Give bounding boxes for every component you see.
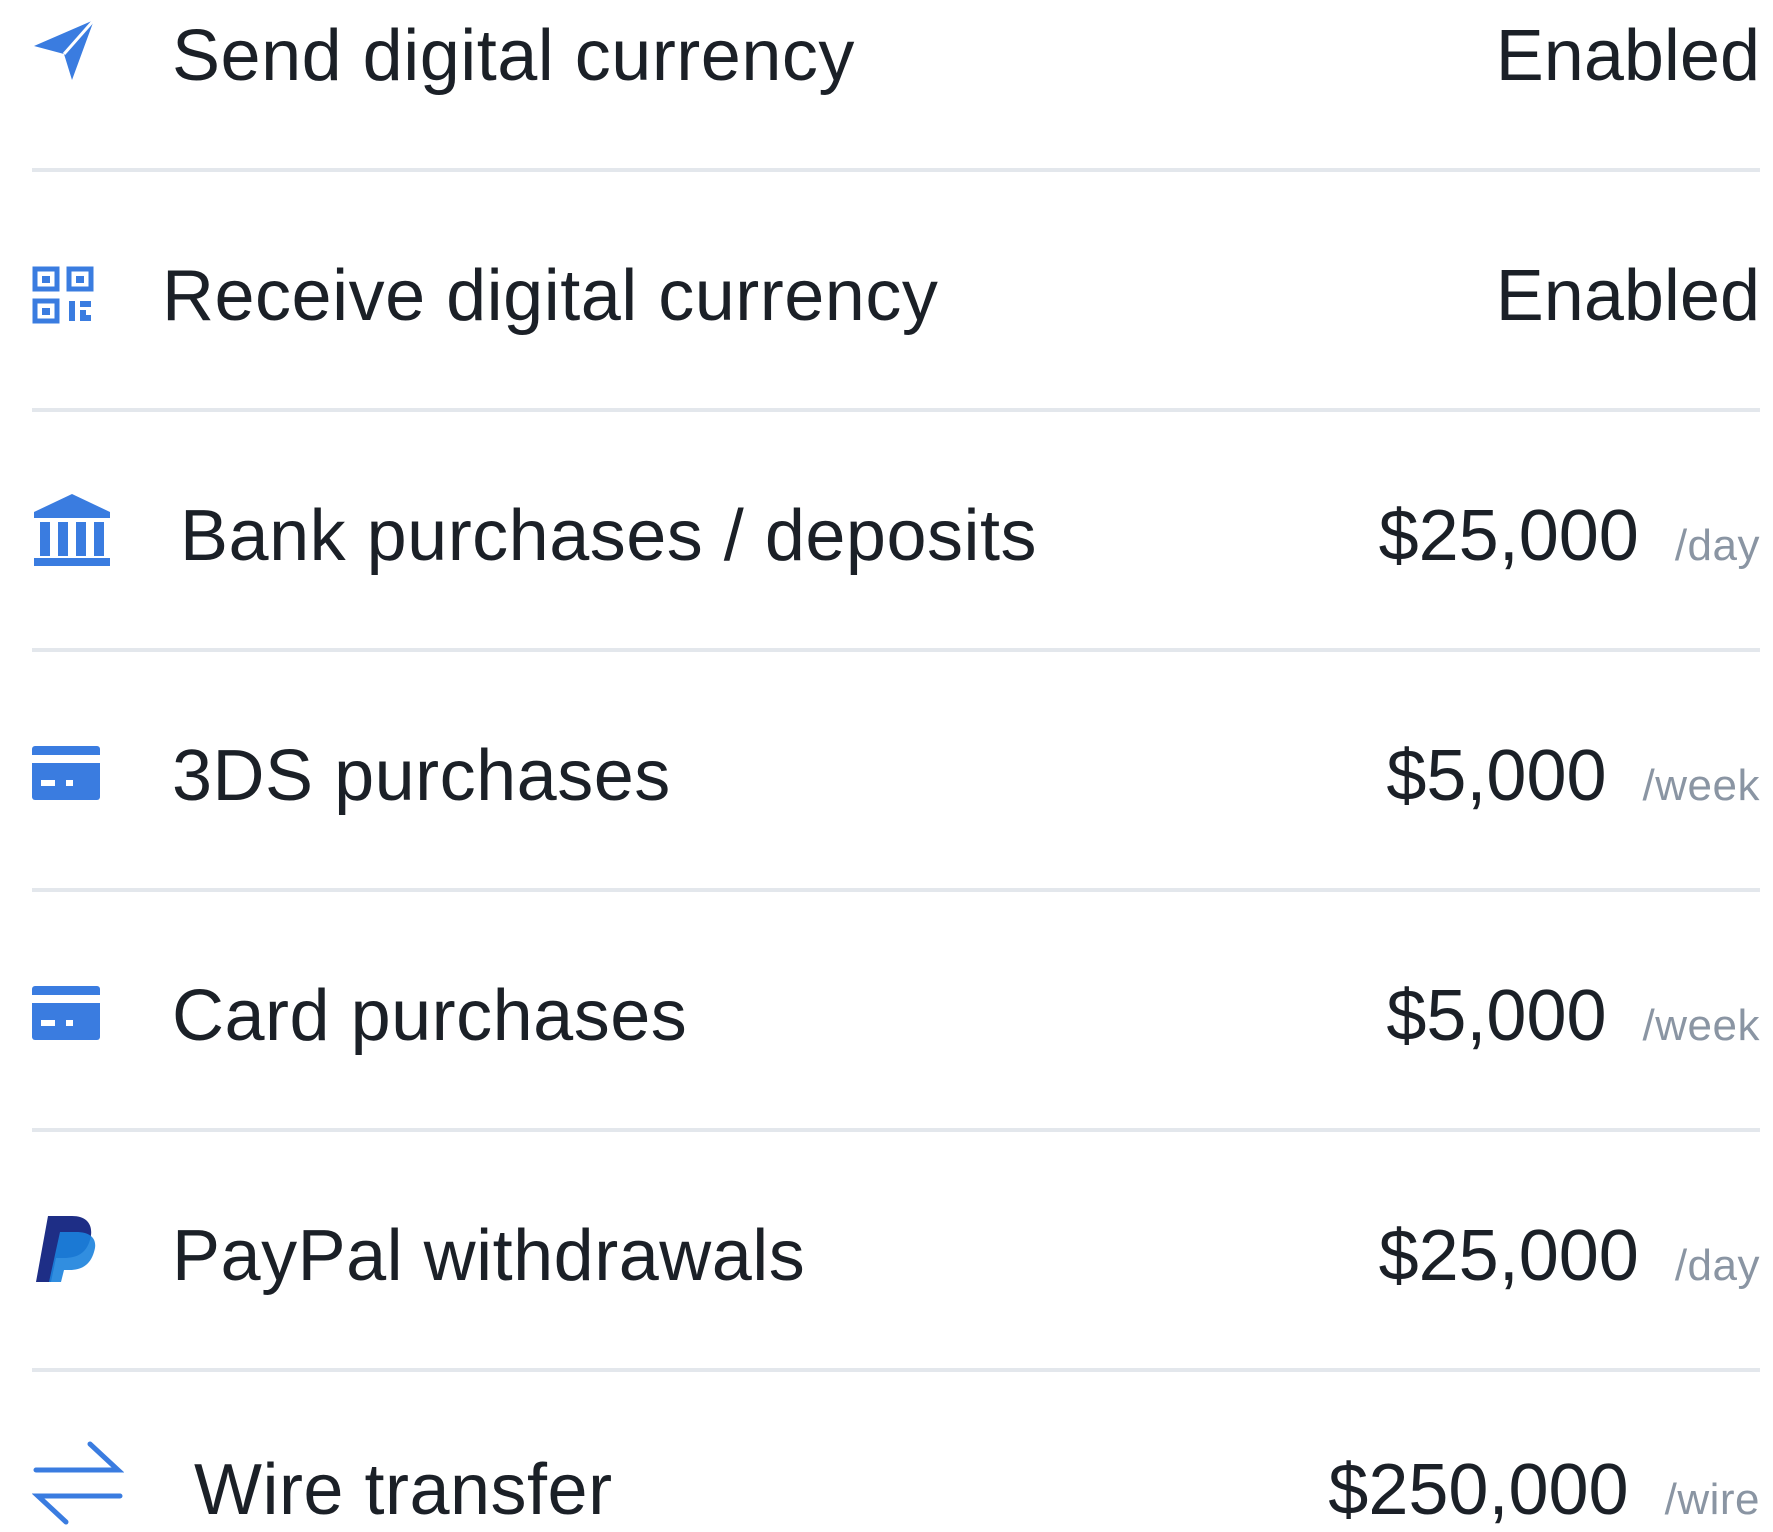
limit-row-receive-digital-currency: Receive digital currency Enabled — [32, 238, 1760, 358]
limit-amount: $250,000 — [1328, 1450, 1629, 1530]
limit-amount: $25,000 — [1378, 496, 1639, 576]
bank-icon — [32, 492, 112, 573]
limit-unit: /day — [1674, 521, 1760, 570]
limit-label: Bank purchases / deposits — [180, 496, 1037, 576]
qr-code-icon — [32, 266, 94, 329]
divider — [32, 1128, 1760, 1132]
credit-card-icon — [32, 986, 100, 1045]
limit-row-3ds-purchases: 3DS purchases $5,000 /week — [32, 718, 1760, 838]
limit-row-bank-purchases: Bank purchases / deposits $25,000 /day — [32, 478, 1760, 598]
limit-amount: $25,000 — [1378, 1216, 1639, 1296]
limit-label: Wire transfer — [194, 1450, 613, 1530]
limit-amount: $5,000 — [1386, 736, 1607, 816]
limit-value: Enabled — [1496, 20, 1760, 92]
limit-value: $5,000 /week — [1386, 980, 1760, 1052]
paypal-icon — [34, 1214, 96, 1289]
limit-value: $5,000 /week — [1386, 740, 1760, 812]
divider — [32, 168, 1760, 172]
limits-list: Send digital currency Enabled Receive di… — [0, 0, 1773, 1527]
limit-amount: Enabled — [1495, 16, 1760, 96]
limit-unit: /day — [1674, 1241, 1760, 1290]
limit-label: Send digital currency — [172, 16, 855, 96]
limit-value: Enabled — [1496, 260, 1760, 332]
transfer-arrows-icon — [31, 1440, 125, 1532]
limit-unit: /week — [1642, 1001, 1760, 1050]
limit-label: Receive digital currency — [162, 256, 939, 336]
paper-plane-icon — [32, 18, 96, 87]
credit-card-icon — [32, 746, 100, 805]
divider — [32, 648, 1760, 652]
limit-label: Card purchases — [172, 976, 688, 1056]
limit-value: $25,000 /day — [1379, 500, 1760, 572]
limit-row-card-purchases: Card purchases $5,000 /week — [32, 958, 1760, 1078]
limit-unit: /wire — [1664, 1475, 1760, 1524]
limit-amount: $5,000 — [1386, 976, 1607, 1056]
limit-label: PayPal withdrawals — [172, 1216, 806, 1296]
divider — [32, 408, 1760, 412]
limit-unit: /week — [1642, 761, 1760, 810]
limit-row-paypal-withdrawals: PayPal withdrawals $25,000 /day — [32, 1198, 1760, 1318]
limit-value: $25,000 /day — [1379, 1220, 1760, 1292]
limit-value: $250,000 /wire — [1328, 1454, 1760, 1526]
limit-row-send-digital-currency: Send digital currency Enabled — [32, 0, 1760, 120]
limit-row-wire-transfer: Wire transfer $250,000 /wire — [31, 1428, 1760, 1530]
limit-label: 3DS purchases — [172, 736, 671, 816]
divider — [32, 888, 1760, 892]
limit-amount: Enabled — [1495, 256, 1760, 336]
divider — [32, 1368, 1760, 1372]
